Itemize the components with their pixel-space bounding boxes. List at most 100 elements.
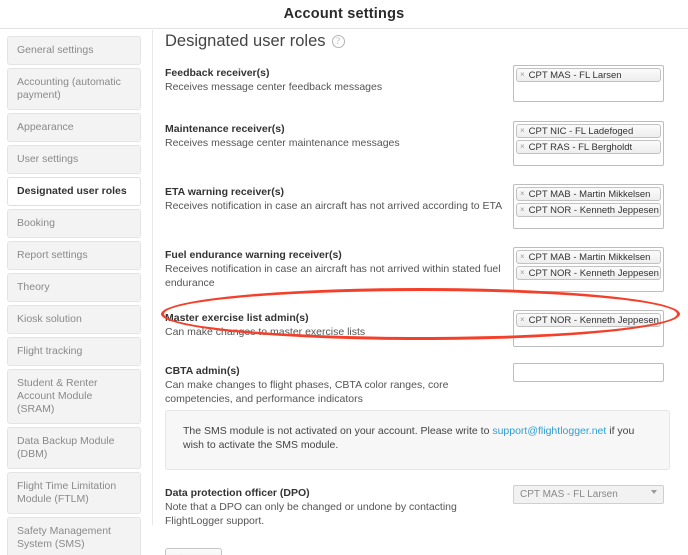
role-field [513, 363, 680, 382]
sidebar-item-theory[interactable]: Theory [7, 273, 141, 302]
chip-remove-icon[interactable]: × [520, 206, 525, 214]
chip-remove-icon[interactable]: × [520, 253, 525, 261]
user-chip[interactable]: × CPT RAS - FL Bergholdt [516, 140, 661, 154]
dpo-select[interactable]: CPT MAS - FL Larsen [513, 485, 664, 504]
role-field: × CPT MAB - Martin Mikkelsen × CPT NOR - Ke… [513, 247, 680, 292]
sms-notice-text-before: The SMS module is not activated on your … [183, 425, 493, 437]
role-multiselect[interactable]: × CPT MAB - Martin Mikkelsen × CPT NOR - Ke… [513, 184, 664, 229]
sidebar-item-user-settings[interactable]: User settings [7, 145, 141, 174]
sidebar-item-label: Data Backup Module (DBM) [17, 435, 115, 460]
sidebar-divider [152, 30, 153, 525]
role-description: Receives notification in case an aircraf… [165, 200, 503, 212]
chevron-down-icon [651, 490, 657, 494]
role-text: Feedback receiver(s) Receives message cen… [165, 65, 513, 95]
dpo-selected-value: CPT MAS - FL Larsen [520, 489, 618, 500]
sidebar-item-label: Kiosk solution [17, 313, 82, 325]
section-title: Designated user roles [165, 32, 326, 50]
role-field: × CPT MAB - Martin Mikkelsen × CPT NOR - Ke… [513, 184, 680, 229]
role-field: × CPT MAS - FL Larsen [513, 65, 680, 102]
sidebar-item-label: Report settings [17, 249, 88, 261]
sidebar-item-general-settings[interactable]: General settings [7, 36, 141, 65]
dpo-desc: Note that a DPO can only be changed or u… [165, 501, 457, 527]
user-chip[interactable]: × CPT MAB - Martin Mikkelsen [516, 250, 661, 264]
chip-remove-icon[interactable]: × [520, 143, 525, 151]
chip-label: CPT MAB - Martin Mikkelsen [528, 251, 651, 263]
chip-label: CPT NIC - FL Ladefoged [528, 125, 634, 137]
chip-remove-icon[interactable]: × [520, 190, 525, 198]
role-text: Master exercise list admin(s) Can make ch… [165, 310, 513, 340]
role-description: Receives message center feedback message… [165, 81, 383, 93]
role-text: ETA warning receiver(s) Receives notifica… [165, 184, 513, 214]
sidebar-item-student-renter-account-module-sram[interactable]: Student & Renter Account Module (SRAM) [7, 369, 141, 424]
question-circle-icon[interactable]: ? [331, 35, 345, 48]
role-field: × CPT NIC - FL Ladefoged × CPT RAS - FL Ber… [513, 121, 680, 166]
role-row: Feedback receiver(s) Receives message cen… [165, 65, 680, 102]
role-description: Can make changes to flight phases, CBTA … [165, 379, 449, 405]
role-field: × CPT NOR - Kenneth Jeppesen [513, 310, 680, 347]
chip-remove-icon[interactable]: × [520, 71, 525, 79]
role-multiselect[interactable]: × CPT NOR - Kenneth Jeppesen [513, 310, 664, 347]
sidebar-item-flight-time-limitation-module-ftlm[interactable]: Flight Time Limitation Module (FTLM) [7, 472, 141, 514]
sidebar-item-safety-management-system-sms[interactable]: Safety Management System (SMS) [7, 517, 141, 555]
chip-label: CPT MAS - FL Larsen [528, 69, 622, 81]
sidebar-item-accounting-automatic-payment[interactable]: Accounting (automatic payment) [7, 68, 141, 110]
account-settings-page: Account settings General settings Account… [0, 0, 688, 555]
sms-notice: The SMS module is not activated on your … [165, 410, 670, 470]
role-title: Feedback receiver(s) [165, 67, 270, 79]
save-button[interactable]: ✓ Save [165, 548, 223, 555]
user-chip[interactable]: × CPT NOR - Kenneth Jeppesen [516, 313, 661, 327]
role-row: Fuel endurance warning receiver(s) Receiv… [165, 247, 680, 292]
sidebar-item-appearance[interactable]: Appearance [7, 113, 141, 142]
role-multiselect[interactable]: × CPT MAB - Martin Mikkelsen × CPT NOR - Ke… [513, 247, 664, 292]
user-chip[interactable]: × CPT MAB - Martin Mikkelsen [516, 187, 661, 201]
user-chip[interactable]: × CPT NOR - Kenneth Jeppesen [516, 203, 661, 217]
sidebar-item-label: Flight tracking [17, 345, 83, 357]
sidebar-item-label: Designated user roles [17, 185, 127, 197]
role-row: CBTA admin(s) Can make changes to flight … [165, 363, 680, 406]
sidebar-item-booking[interactable]: Booking [7, 209, 141, 238]
sidebar-item-label: General settings [17, 44, 94, 56]
sidebar-item-report-settings[interactable]: Report settings [7, 241, 141, 270]
user-chip[interactable]: × CPT MAS - FL Larsen [516, 68, 661, 82]
chip-remove-icon[interactable]: × [520, 127, 525, 135]
role-input-empty[interactable] [513, 363, 664, 382]
section-title-row: Designated user roles ? [165, 32, 680, 51]
sidebar-item-label: User settings [17, 153, 79, 165]
role-list: Feedback receiver(s) Receives message cen… [165, 65, 680, 406]
dpo-title: Data protection officer (DPO) [165, 487, 310, 499]
sidebar-item-kiosk-solution[interactable]: Kiosk solution [7, 305, 141, 334]
support-email-link[interactable]: support@flightlogger.net [492, 425, 606, 437]
role-text: CBTA admin(s) Can make changes to flight … [165, 363, 513, 406]
user-chip[interactable]: × CPT NIC - FL Ladefoged [516, 124, 661, 138]
sidebar-item-designated-user-roles[interactable]: Designated user roles [7, 177, 141, 206]
sidebar-item-label: Flight Time Limitation Module (FTLM) [17, 480, 117, 505]
role-description: Receives message center maintenance mess… [165, 137, 400, 149]
role-title: Maintenance receiver(s) [165, 123, 285, 135]
dpo-row: Data protection officer (DPO) Note that … [165, 485, 680, 528]
page-title: Account settings [283, 6, 405, 22]
chip-label: CPT NOR - Kenneth Jeppesen [528, 204, 659, 216]
role-description: Can make changes to master exercise list… [165, 326, 366, 338]
sidebar-item-flight-tracking[interactable]: Flight tracking [7, 337, 141, 366]
role-title: ETA warning receiver(s) [165, 186, 285, 198]
chip-label: CPT NOR - Kenneth Jeppesen [528, 267, 659, 279]
sidebar-item-label: Booking [17, 217, 55, 229]
sidebar-item-label: Accounting (automatic payment) [17, 76, 121, 101]
dpo-text: Data protection officer (DPO) Note that … [165, 485, 513, 528]
chip-label: CPT MAB - Martin Mikkelsen [528, 188, 651, 200]
role-text: Maintenance receiver(s) Receives message … [165, 121, 513, 151]
role-row: ETA warning receiver(s) Receives notifica… [165, 184, 680, 229]
user-chip[interactable]: × CPT NOR - Kenneth Jeppesen [516, 266, 661, 280]
dpo-field: CPT MAS - FL Larsen [513, 485, 680, 504]
role-multiselect[interactable]: × CPT NIC - FL Ladefoged × CPT RAS - FL Ber… [513, 121, 664, 166]
sidebar-item-data-backup-module-dbm[interactable]: Data Backup Module (DBM) [7, 427, 141, 469]
chip-remove-icon[interactable]: × [520, 269, 525, 277]
sidebar-item-label: Student & Renter Account Module (SRAM) [17, 377, 98, 415]
page-header: Account settings [0, 0, 688, 29]
chip-remove-icon[interactable]: × [520, 316, 525, 324]
role-row: Master exercise list admin(s) Can make ch… [165, 310, 680, 347]
role-title: Fuel endurance warning receiver(s) [165, 249, 342, 261]
role-multiselect[interactable]: × CPT MAS - FL Larsen [513, 65, 664, 102]
settings-sidebar: General settings Accounting (automatic pa… [7, 36, 141, 555]
sidebar-item-label: Appearance [17, 121, 74, 133]
